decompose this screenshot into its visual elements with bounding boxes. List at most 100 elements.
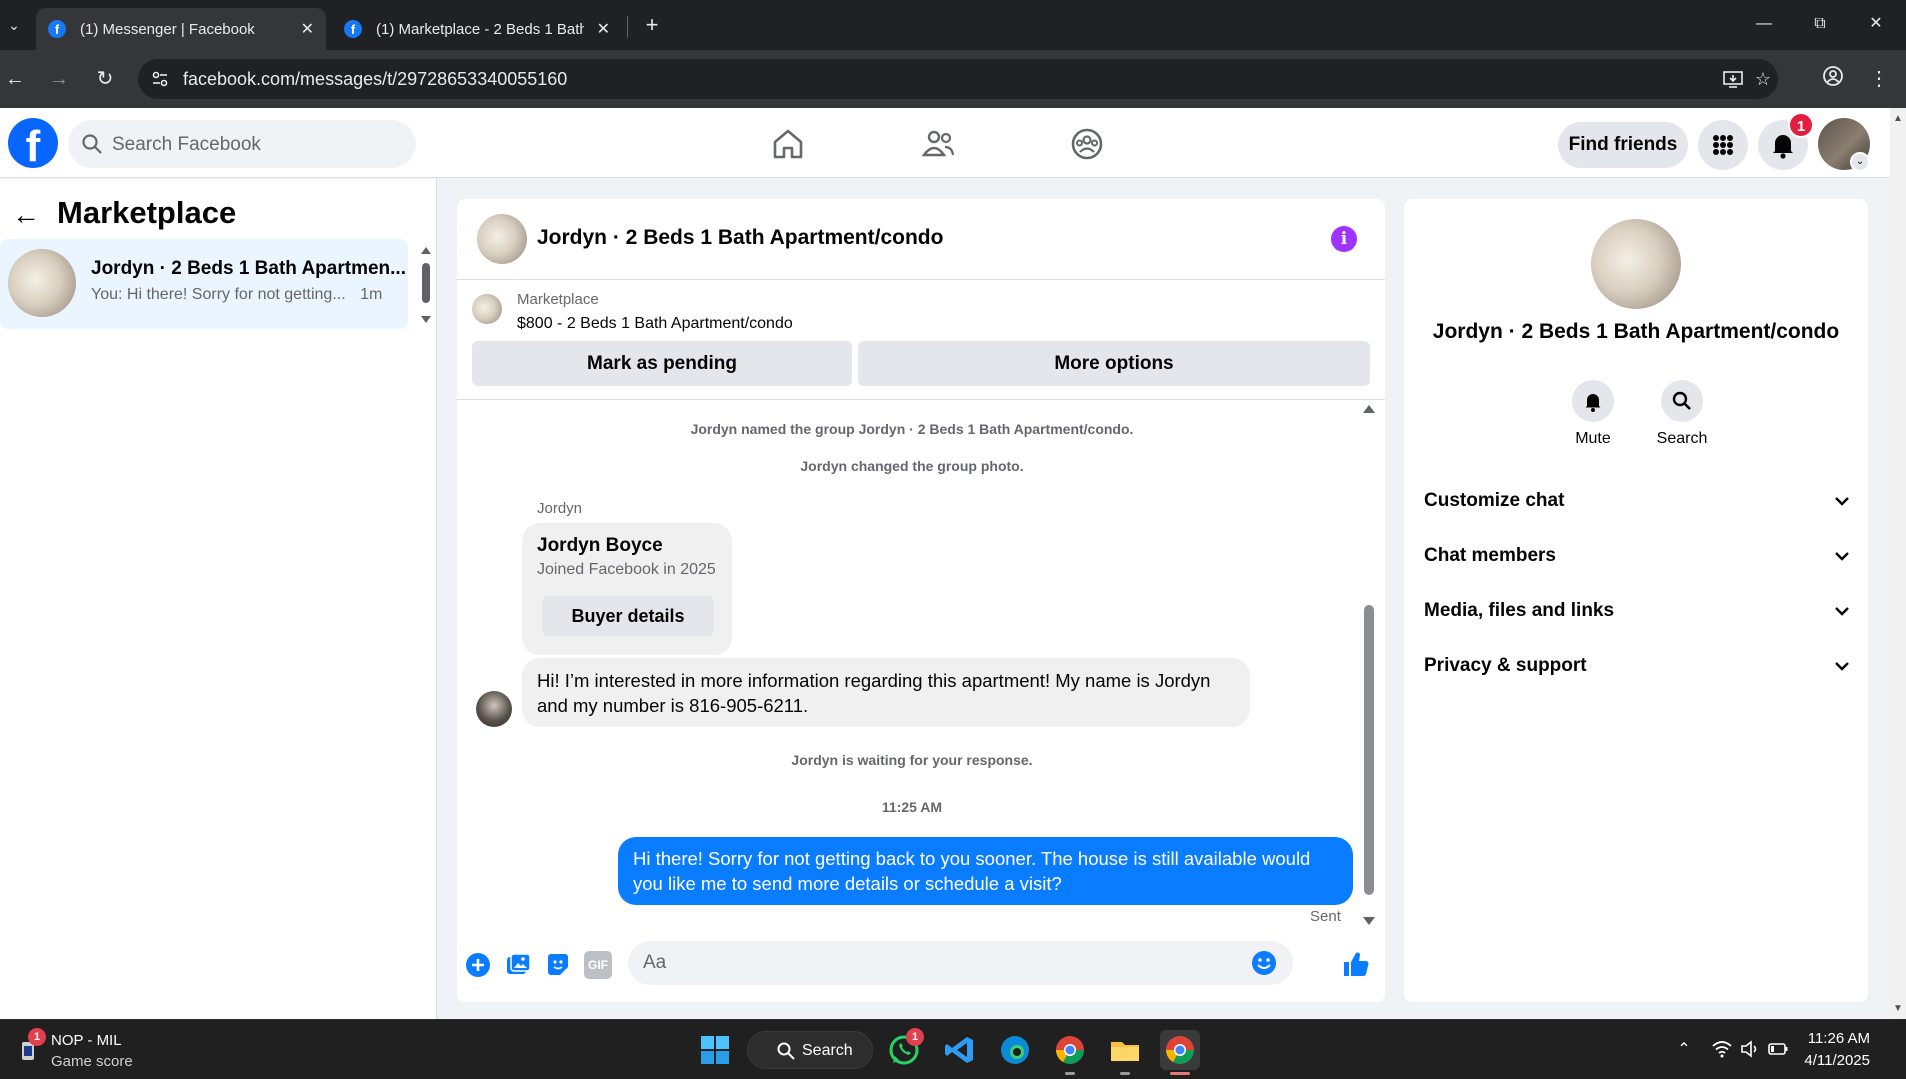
url-bar[interactable]: facebook.com/messages/t/2972865334005516… bbox=[138, 59, 1778, 99]
chat-header: Jordyn · 2 Beds 1 Bath Apartment/condo i bbox=[457, 199, 1385, 280]
section-label: Media, files and links bbox=[1424, 600, 1615, 621]
forward-button[interactable]: → bbox=[44, 64, 74, 94]
reload-button[interactable]: ↻ bbox=[90, 64, 120, 94]
panel-title: Marketplace bbox=[57, 195, 237, 230]
back-arrow-icon[interactable]: ← bbox=[12, 199, 40, 231]
volume-icon[interactable] bbox=[1738, 1038, 1762, 1062]
listing-title[interactable]: $800 - 2 Beds 1 Bath Apartment/condo bbox=[517, 315, 793, 333]
edge-app[interactable] bbox=[995, 1030, 1035, 1070]
new-tab-button[interactable]: + bbox=[638, 12, 666, 40]
minimize-button[interactable]: — bbox=[1736, 0, 1792, 50]
groups-icon[interactable] bbox=[1065, 122, 1109, 166]
running-indicator bbox=[1065, 1072, 1075, 1075]
address-bar-row: ← → ↻ facebook.com/messages/t/2972865334… bbox=[0, 50, 1906, 108]
section-privacy-support[interactable]: Privacy & support bbox=[1424, 644, 1852, 688]
home-icon[interactable] bbox=[766, 122, 810, 166]
clock-time[interactable]: 11:26 AM bbox=[1790, 1030, 1870, 1047]
buyer-name: Jordyn Boyce bbox=[537, 535, 663, 556]
site-info-icon[interactable] bbox=[150, 69, 170, 89]
find-friends-button[interactable]: Find friends bbox=[1558, 122, 1688, 168]
clock-date[interactable]: 4/11/2025 bbox=[1790, 1052, 1870, 1069]
vscode-app[interactable] bbox=[940, 1030, 980, 1070]
widget-subtitle[interactable]: Game score bbox=[51, 1053, 133, 1070]
divider bbox=[457, 399, 1385, 400]
start-button[interactable] bbox=[695, 1030, 735, 1070]
menu-grid-button[interactable] bbox=[1698, 120, 1748, 170]
close-window-button[interactable]: ✕ bbox=[1848, 0, 1904, 50]
group-avatar[interactable] bbox=[1591, 219, 1681, 309]
message-input[interactable] bbox=[643, 941, 1243, 985]
section-label: Chat members bbox=[1424, 545, 1556, 566]
chevron-down-icon[interactable]: ⌄ bbox=[1850, 152, 1870, 172]
section-customize-chat[interactable]: Customize chat bbox=[1424, 479, 1852, 523]
chat-details-panel: Jordyn · 2 Beds 1 Bath Apartment/condo M… bbox=[1404, 199, 1868, 1002]
scroll-down-arrow-icon[interactable]: ▼ bbox=[1893, 1004, 1903, 1014]
close-tab-icon[interactable]: ✕ bbox=[301, 19, 314, 39]
conversation-item[interactable]: Jordyn · 2 Beds 1 Bath Apartmen... You: … bbox=[0, 239, 408, 329]
mute-button[interactable]: Mute bbox=[1553, 380, 1633, 448]
search-label: Search bbox=[1656, 430, 1708, 447]
chat-list-panel: ← Marketplace Jordyn · 2 Beds 1 Bath Apa… bbox=[0, 179, 437, 1019]
more-options-button[interactable]: More options bbox=[858, 341, 1370, 386]
running-indicator bbox=[1120, 1072, 1130, 1075]
file-explorer-app[interactable] bbox=[1105, 1030, 1145, 1070]
wifi-icon[interactable] bbox=[1710, 1038, 1734, 1062]
chrome-active-app[interactable] bbox=[1160, 1030, 1200, 1070]
list-scrollbar[interactable] bbox=[420, 245, 432, 325]
tab-messenger[interactable]: f (1) Messenger | Facebook ✕ bbox=[36, 8, 326, 50]
section-media-files-links[interactable]: Media, files and links bbox=[1424, 589, 1852, 633]
tab-search-menu-icon[interactable]: ⌄ bbox=[0, 10, 28, 40]
facebook-favicon-icon: f bbox=[344, 20, 362, 38]
emoji-icon[interactable] bbox=[1250, 949, 1278, 977]
info-icon[interactable]: i bbox=[1331, 226, 1357, 252]
close-tab-icon[interactable]: ✕ bbox=[597, 19, 610, 39]
windows-logo-icon bbox=[701, 1036, 729, 1064]
outgoing-message[interactable]: Hi there! Sorry for not getting back to … bbox=[618, 837, 1353, 905]
chat-title[interactable]: Jordyn · 2 Beds 1 Bath Apartment/condo bbox=[537, 226, 943, 250]
scroll-thumb[interactable] bbox=[1364, 605, 1374, 895]
battery-icon[interactable] bbox=[1766, 1038, 1790, 1062]
profile-icon[interactable] bbox=[1818, 64, 1848, 94]
mark-as-pending-button[interactable]: Mark as pending bbox=[472, 341, 852, 386]
thumbs-up-icon[interactable] bbox=[1341, 949, 1371, 979]
incoming-message[interactable]: Hi! I’m interested in more information r… bbox=[522, 658, 1250, 727]
friends-icon[interactable] bbox=[916, 122, 960, 166]
whatsapp-badge: 1 bbox=[906, 1028, 924, 1046]
chevron-down-icon bbox=[1835, 552, 1849, 561]
sender-avatar[interactable] bbox=[476, 691, 512, 727]
tab-title: (1) Marketplace - 2 Beds 1 Bath bbox=[376, 20, 584, 38]
bookmark-star-icon[interactable]: ☆ bbox=[1752, 68, 1774, 90]
widget-title[interactable]: NOP - MIL bbox=[51, 1032, 122, 1049]
chrome-app[interactable] bbox=[1050, 1030, 1090, 1070]
chat-avatar[interactable] bbox=[477, 214, 527, 264]
search-conversation-button[interactable]: Search bbox=[1642, 380, 1722, 448]
scroll-up-arrow-icon[interactable]: ▲ bbox=[1893, 114, 1903, 124]
tab-marketplace[interactable]: f (1) Marketplace - 2 Beds 1 Bath ✕ bbox=[332, 8, 622, 50]
section-chat-members[interactable]: Chat members bbox=[1424, 534, 1852, 578]
snippet-time: 1m bbox=[360, 286, 383, 303]
add-attachment-icon[interactable] bbox=[464, 951, 492, 979]
messages-scrollbar[interactable] bbox=[1362, 405, 1376, 925]
conversation-avatar bbox=[8, 249, 76, 317]
facebook-logo-icon[interactable]: f bbox=[8, 118, 58, 168]
message-composer[interactable] bbox=[628, 941, 1293, 985]
photo-icon[interactable] bbox=[504, 951, 532, 979]
back-button[interactable]: ← bbox=[0, 64, 30, 94]
browser-menu-icon[interactable]: ⋮ bbox=[1864, 64, 1894, 94]
chevron-down-icon bbox=[1835, 497, 1849, 506]
sender-name: Jordyn bbox=[537, 500, 583, 517]
active-indicator bbox=[1170, 1072, 1190, 1075]
vscode-icon bbox=[945, 1037, 973, 1063]
widget-badge: 1 bbox=[28, 1028, 46, 1046]
page-scrollbar[interactable]: ▲ ▼ bbox=[1890, 108, 1906, 1020]
gif-icon[interactable]: GIF bbox=[584, 951, 612, 979]
chevron-down-icon bbox=[1835, 662, 1849, 671]
sticker-icon[interactable] bbox=[544, 951, 572, 979]
restore-button[interactable]: ⧉ bbox=[1792, 0, 1848, 50]
show-hidden-icons-chevron-up-icon[interactable]: ⌃ bbox=[1672, 1038, 1696, 1062]
buyer-details-button[interactable]: Buyer details bbox=[542, 596, 714, 636]
facebook-search-input[interactable]: Search Facebook bbox=[68, 120, 416, 168]
install-app-icon[interactable] bbox=[1722, 68, 1744, 90]
taskbar-search[interactable]: Search bbox=[747, 1031, 873, 1069]
browser-tab-bar: ⌄ f (1) Messenger | Facebook ✕ f (1) Mar… bbox=[0, 0, 1906, 50]
